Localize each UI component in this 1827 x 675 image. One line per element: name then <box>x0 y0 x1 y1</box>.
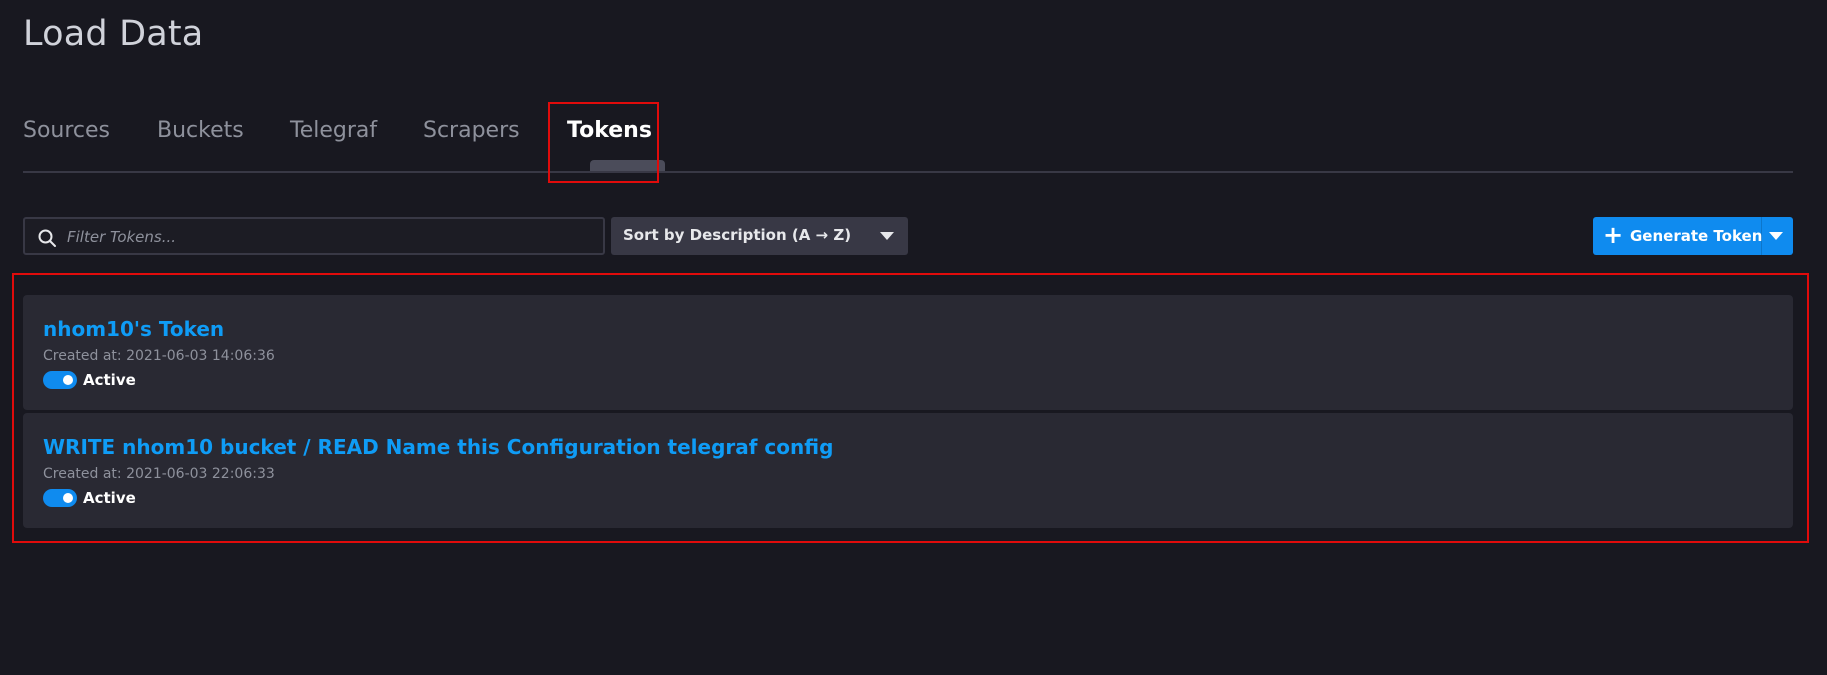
tab-bar: Sources Buckets Telegraf Scrapers Tokens <box>23 108 1793 173</box>
tab-tokens[interactable]: Tokens <box>567 118 652 143</box>
filter-tokens-search <box>23 217 605 255</box>
page-title: Load Data <box>23 14 204 54</box>
generate-token-label: Generate Token <box>1630 227 1763 245</box>
toolbar: Sort by Description (A → Z) + Generate T… <box>0 217 1827 255</box>
toggle-knob <box>63 493 73 503</box>
tab-buckets[interactable]: Buckets <box>157 118 244 143</box>
token-card: nhom10's Token Created at: 2021-06-03 14… <box>23 295 1793 410</box>
filter-tokens-input[interactable] <box>65 219 599 255</box>
token-card: WRITE nhom10 bucket / READ Name this Con… <box>23 413 1793 528</box>
token-created-at: Created at: 2021-06-03 22:06:33 <box>43 466 275 482</box>
token-status-toggle[interactable] <box>43 489 77 507</box>
plus-icon: + <box>1603 221 1624 249</box>
chevron-down-icon <box>880 232 894 240</box>
active-tab-indicator <box>590 160 665 171</box>
button-divider <box>1761 217 1762 255</box>
load-data-page: Load Data Sources Buckets Telegraf Scrap… <box>0 0 1827 675</box>
token-created-at: Created at: 2021-06-03 14:06:36 <box>43 348 275 364</box>
token-name-link[interactable]: nhom10's Token <box>43 317 224 341</box>
chevron-down-icon[interactable] <box>1769 232 1783 240</box>
generate-token-button[interactable]: + Generate Token <box>1593 217 1793 255</box>
tab-telegraf[interactable]: Telegraf <box>290 118 377 143</box>
token-status-toggle[interactable] <box>43 371 77 389</box>
token-status-label: Active <box>83 371 136 389</box>
sort-dropdown-label: Sort by Description (A → Z) <box>623 226 852 244</box>
search-icon <box>38 229 56 247</box>
token-status-label: Active <box>83 489 136 507</box>
token-list: nhom10's Token Created at: 2021-06-03 14… <box>23 295 1793 531</box>
token-name-link[interactable]: WRITE nhom10 bucket / READ Name this Con… <box>43 435 833 459</box>
tab-sources[interactable]: Sources <box>23 118 110 143</box>
sort-dropdown[interactable]: Sort by Description (A → Z) <box>611 217 908 255</box>
tab-scrapers[interactable]: Scrapers <box>423 118 520 143</box>
toggle-knob <box>63 375 73 385</box>
